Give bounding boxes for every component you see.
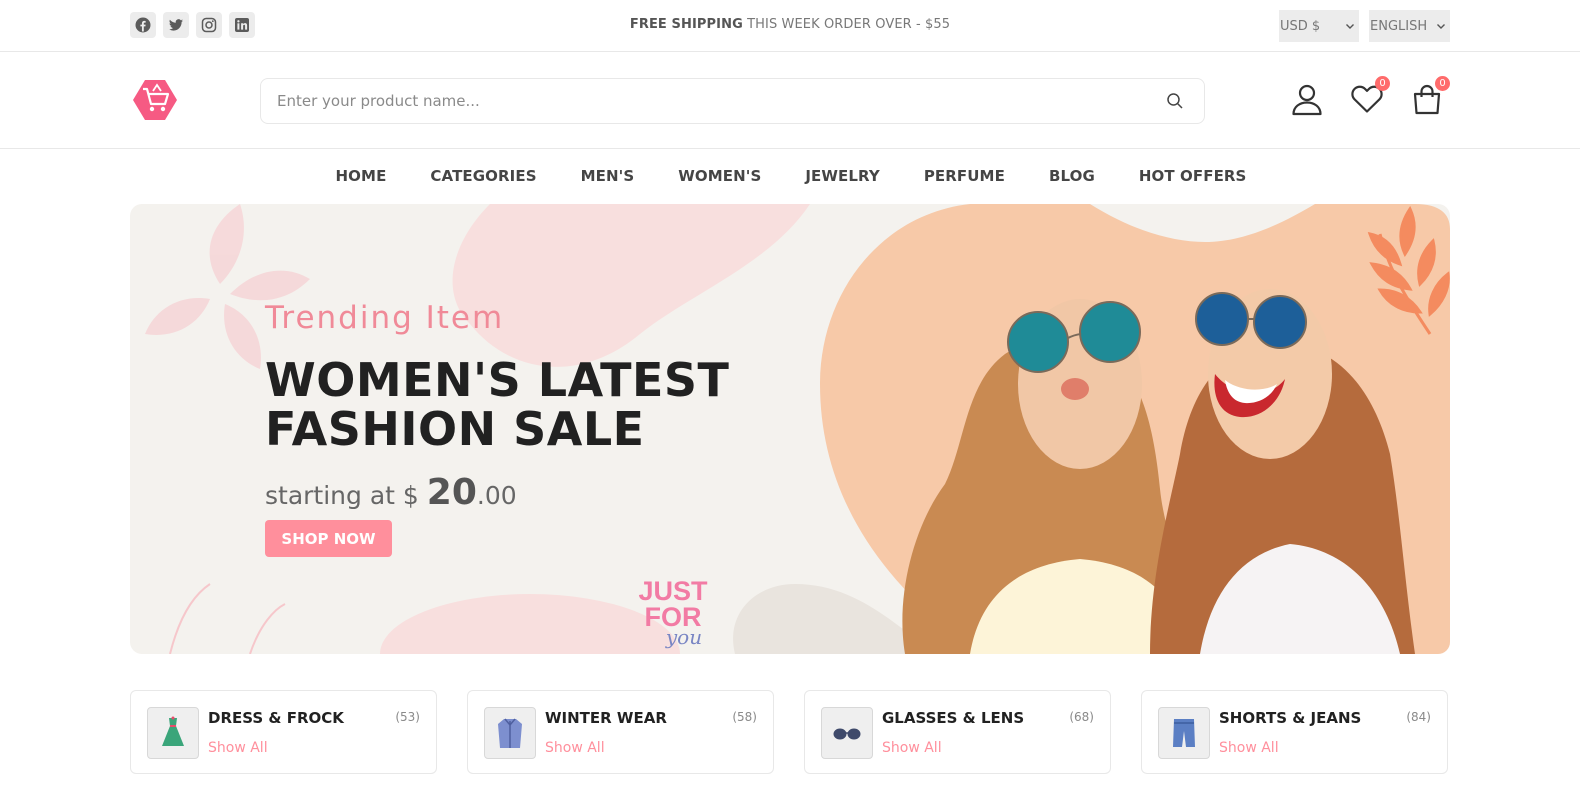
top-bar: FREE SHIPPING THIS WEEK ORDER OVER - $55… — [0, 0, 1580, 52]
category-name: SHORTS & JEANS — [1219, 709, 1362, 727]
hero-banner: Trending Item WOMEN'S LATEST FASHION SAL… — [130, 204, 1450, 654]
cart-button[interactable]: 0 — [1410, 76, 1450, 118]
hero-title-line-2: FASHION SALE — [265, 402, 645, 456]
category-count: (53) — [395, 710, 420, 724]
hero-text-block: Trending Item WOMEN'S LATEST FASHION SAL… — [265, 300, 825, 513]
language-select[interactable]: ENGLISH — [1369, 10, 1450, 42]
category-card[interactable]: SHORTS & JEANS (84) Show All — [1141, 690, 1448, 774]
nav-item-home[interactable]: HOME — [336, 167, 387, 185]
promo-bold: FREE SHIPPING — [629, 17, 743, 32]
category-card[interactable]: GLASSES & LENS (68) Show All — [804, 690, 1111, 774]
category-count: (84) — [1406, 710, 1431, 724]
search-input[interactable] — [277, 92, 1166, 110]
just-for-you-stamp: JUST FOR you — [638, 576, 708, 649]
nav-item-blog[interactable]: BLOG — [1049, 167, 1095, 185]
category-count: (58) — [732, 710, 757, 724]
coat-icon — [498, 718, 522, 748]
nav-item-hot-offers[interactable]: HOT OFFERS — [1139, 167, 1247, 185]
wishlist-count-badge: 0 — [1375, 76, 1390, 91]
show-all-link[interactable]: Show All — [545, 740, 605, 756]
promo-text: THIS WEEK ORDER OVER - $55 — [742, 17, 951, 32]
show-all-link[interactable]: Show All — [1219, 740, 1279, 756]
chevron-down-icon — [1346, 24, 1354, 29]
search-icon[interactable] — [1166, 92, 1184, 110]
category-thumbnail — [147, 707, 199, 759]
currency-select[interactable]: USD $ — [1279, 10, 1359, 42]
category-thumbnail — [821, 707, 873, 759]
nav-item-categories[interactable]: CATEGORIES — [430, 167, 536, 185]
category-row: DRESS & FROCK (53) Show All WINTER WEAR … — [130, 690, 1450, 774]
nav-item-jewelry[interactable]: JEWELRY — [805, 167, 879, 185]
category-name: GLASSES & LENS — [882, 709, 1025, 727]
stamp-line-1: JUST — [638, 576, 708, 606]
category-thumbnail — [484, 707, 536, 759]
chevron-down-icon — [1437, 24, 1445, 29]
category-thumbnail — [1158, 707, 1210, 759]
cart-count-badge: 0 — [1435, 76, 1450, 91]
search-bar — [260, 78, 1205, 124]
nav-item-mens[interactable]: MEN'S — [581, 167, 635, 185]
nav-item-perfume[interactable]: PERFUME — [924, 167, 1005, 185]
category-name: WINTER WEAR — [545, 709, 667, 727]
main-nav: HOME CATEGORIES MEN'S WOMEN'S JEWELRY PE… — [0, 150, 1580, 202]
show-all-link[interactable]: Show All — [208, 740, 268, 756]
hero-price: starting at $ 20.00 — [265, 472, 825, 513]
shop-now-button[interactable]: SHOP NOW — [265, 520, 392, 557]
category-card[interactable]: WINTER WEAR (58) Show All — [467, 690, 774, 774]
category-card[interactable]: DRESS & FROCK (53) Show All — [130, 690, 437, 774]
glasses-icon — [833, 728, 861, 740]
jeans-icon — [1173, 719, 1195, 747]
price-whole: 20 — [426, 472, 477, 513]
wishlist-button[interactable]: 0 — [1350, 76, 1390, 118]
dress-icon — [162, 716, 184, 746]
nav-item-womens[interactable]: WOMEN'S — [678, 167, 761, 185]
account-button[interactable] — [1290, 82, 1324, 118]
user-icon — [1292, 84, 1322, 116]
category-name: DRESS & FROCK — [208, 709, 344, 727]
hero-title: WOMEN'S LATEST FASHION SALE — [265, 356, 825, 454]
shopping-cart-logo-icon — [133, 80, 177, 120]
hero-title-line-1: WOMEN'S LATEST — [265, 353, 730, 407]
language-value: ENGLISH — [1370, 18, 1428, 34]
category-count: (68) — [1069, 710, 1094, 724]
currency-value: USD $ — [1280, 18, 1321, 34]
price-prefix: starting at $ — [265, 481, 427, 510]
main-header: 0 0 — [0, 52, 1580, 149]
hero-subtitle: Trending Item — [265, 300, 505, 336]
show-all-link[interactable]: Show All — [882, 740, 942, 756]
price-cents: .00 — [476, 481, 517, 510]
stamp-line-3: you — [665, 625, 703, 649]
store-logo[interactable] — [131, 77, 179, 123]
